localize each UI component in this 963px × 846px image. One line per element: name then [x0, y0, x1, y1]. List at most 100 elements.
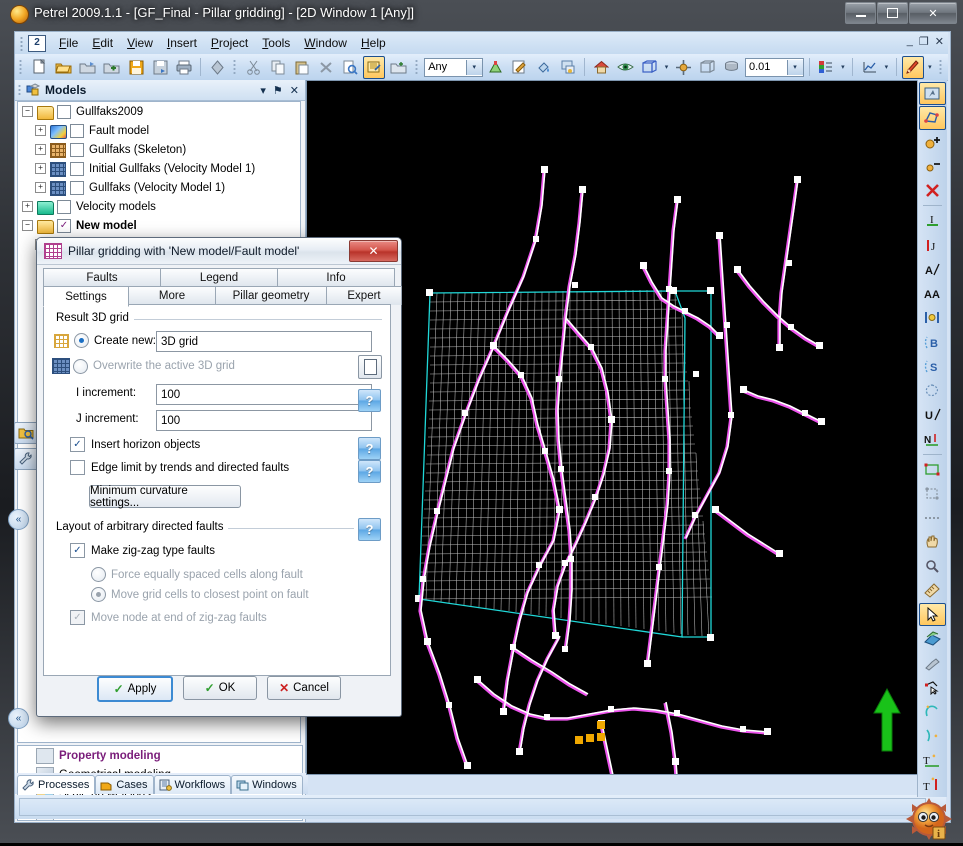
- mdi-restore-button[interactable]: ❐: [919, 35, 929, 48]
- help-icon-i-j[interactable]: ?: [358, 389, 381, 412]
- pan-icon[interactable]: [673, 56, 695, 79]
- tree-expander[interactable]: −: [22, 106, 33, 117]
- u-slash-icon[interactable]: U: [919, 403, 946, 426]
- tree-checkbox[interactable]: [70, 142, 84, 157]
- tree-expander[interactable]: +: [35, 125, 46, 136]
- aa-icon[interactable]: AA: [919, 282, 946, 305]
- collapse-chevron-up-icon-2[interactable]: «: [8, 708, 29, 729]
- open-project-icon[interactable]: [77, 56, 99, 79]
- menu-project[interactable]: Project: [204, 34, 255, 52]
- a-slash-icon[interactable]: A: [919, 258, 946, 281]
- scale-combo[interactable]: 0.01 ▾: [744, 57, 804, 77]
- delete-red-x-icon[interactable]: [919, 179, 946, 202]
- tree-expander[interactable]: −: [22, 220, 33, 231]
- new-grid-name-input[interactable]: 3D grid: [156, 331, 372, 352]
- tree-item-initial-gullfaks-velocity[interactable]: + Initial Gullfaks (Velocity Model 1): [18, 159, 300, 178]
- new-page-icon[interactable]: [358, 355, 382, 379]
- cancel-button[interactable]: ✕ Cancel: [267, 676, 341, 700]
- tree-checkbox[interactable]: [57, 199, 71, 214]
- box-view-icon[interactable]: [638, 56, 660, 79]
- pen-dropdown-icon[interactable]: ▾: [925, 57, 936, 77]
- copy-icon[interactable]: [267, 56, 289, 79]
- dotted-line-icon[interactable]: [919, 506, 946, 529]
- create-new-radio[interactable]: [74, 333, 89, 348]
- pen-icon[interactable]: [901, 55, 924, 79]
- panel-close-icon[interactable]: ✕: [290, 84, 299, 97]
- tab-settings[interactable]: Settings: [43, 286, 129, 307]
- menu-window[interactable]: Window: [297, 34, 354, 52]
- menu-view[interactable]: View: [120, 34, 160, 52]
- pin-icon[interactable]: ⚑: [273, 84, 283, 97]
- folder-search-icon[interactable]: [14, 422, 38, 444]
- t-height-icon[interactable]: T: [919, 773, 946, 796]
- node-pick-icon[interactable]: [919, 676, 946, 699]
- tree-expander[interactable]: +: [22, 201, 33, 212]
- tab-legend[interactable]: Legend: [160, 268, 278, 287]
- remove-point-icon[interactable]: [919, 155, 946, 178]
- chevron-down-icon[interactable]: ▾: [465, 59, 482, 75]
- tree-expander[interactable]: +: [35, 163, 46, 174]
- tree-item-velocity-models[interactable]: + Velocity models: [18, 197, 300, 216]
- surface-pick-icon[interactable]: [919, 627, 946, 650]
- tree-checkbox[interactable]: ✓: [57, 218, 71, 233]
- add-project-icon[interactable]: [101, 56, 123, 79]
- s-curve-icon[interactable]: S: [919, 355, 946, 378]
- select-tool-icon[interactable]: [919, 82, 946, 106]
- zigzag-checkbox[interactable]: ✓: [70, 543, 85, 558]
- h-node-icon[interactable]: [919, 306, 946, 329]
- tree-checkbox[interactable]: [70, 161, 84, 176]
- undo-redo-icon[interactable]: [206, 56, 228, 79]
- chevron-down-icon[interactable]: ▾: [786, 59, 803, 75]
- menu-insert[interactable]: Insert: [160, 34, 204, 52]
- tab-more[interactable]: More: [128, 286, 216, 305]
- pillar-gridding-dialog[interactable]: Pillar gridding with 'New model/Fault mo…: [36, 237, 402, 717]
- petrel-sun-mascot-icon[interactable]: i: [905, 797, 953, 841]
- edge-limit-row[interactable]: Edge limit by trends and directed faults: [70, 460, 289, 475]
- tab-info[interactable]: Info: [277, 268, 395, 287]
- snap-curve-icon[interactable]: [919, 700, 946, 723]
- tree-checkbox[interactable]: [70, 123, 84, 138]
- dialog-close-button[interactable]: ✕: [349, 240, 398, 262]
- tree-item-gullfaks2009[interactable]: − Gullfaks2009: [18, 102, 300, 121]
- wrench-icon[interactable]: [14, 448, 38, 470]
- apply-button[interactable]: ✓ Apply: [97, 676, 173, 702]
- find-icon[interactable]: [339, 56, 361, 79]
- delete-icon[interactable]: [315, 56, 337, 79]
- move-node-row[interactable]: ✓ Move node at end of zig-zag faults: [70, 610, 267, 625]
- overwrite-radio[interactable]: [73, 358, 88, 374]
- help-icon-insert-horizon[interactable]: ?: [358, 437, 381, 460]
- force-equal-radio[interactable]: [91, 567, 106, 582]
- menu-tools[interactable]: Tools: [255, 34, 297, 52]
- tab-processes[interactable]: Processes: [17, 775, 96, 794]
- n-axis-icon[interactable]: N: [919, 427, 946, 450]
- tab-windows[interactable]: Windows: [231, 775, 303, 794]
- toolbar-grip-1[interactable]: [18, 58, 25, 76]
- tree-item-fault-model[interactable]: + Fault model: [18, 121, 300, 140]
- curve-snap-icon[interactable]: [919, 724, 946, 747]
- tree-item-gullfaks-skeleton[interactable]: + Gullfaks (Skeleton): [18, 140, 300, 159]
- panel-grip[interactable]: [17, 83, 24, 97]
- process-group-property-modeling[interactable]: Property modeling: [18, 746, 302, 765]
- color-bar-icon[interactable]: [814, 56, 836, 79]
- move-node-checkbox[interactable]: ✓: [70, 610, 85, 625]
- image-icon[interactable]: [557, 56, 579, 79]
- home-view-icon[interactable]: [590, 56, 612, 79]
- edit-icon[interactable]: [509, 56, 531, 79]
- help-icon-edge-limit[interactable]: ?: [358, 460, 381, 483]
- measure-icon[interactable]: [919, 579, 946, 602]
- graph-icon[interactable]: [858, 56, 880, 79]
- tree-expander[interactable]: +: [35, 144, 46, 155]
- mdi-system-icon[interactable]: 2: [28, 34, 46, 52]
- insert-horizon-row[interactable]: ✓ Insert horizon objects: [70, 437, 200, 452]
- dialog-title-bar[interactable]: Pillar gridding with 'New model/Fault mo…: [37, 238, 401, 265]
- tree-checkbox[interactable]: [70, 180, 84, 195]
- print-icon[interactable]: [173, 56, 195, 79]
- paste-icon[interactable]: [291, 56, 313, 79]
- pointer-icon[interactable]: [919, 603, 946, 627]
- minimize-button[interactable]: [845, 2, 876, 24]
- edge-limit-checkbox[interactable]: [70, 460, 85, 475]
- fill-icon[interactable]: [533, 56, 555, 79]
- hand-pan-icon[interactable]: [919, 530, 946, 553]
- brush-icon[interactable]: [919, 652, 946, 675]
- help-icon-layout[interactable]: ?: [358, 518, 381, 541]
